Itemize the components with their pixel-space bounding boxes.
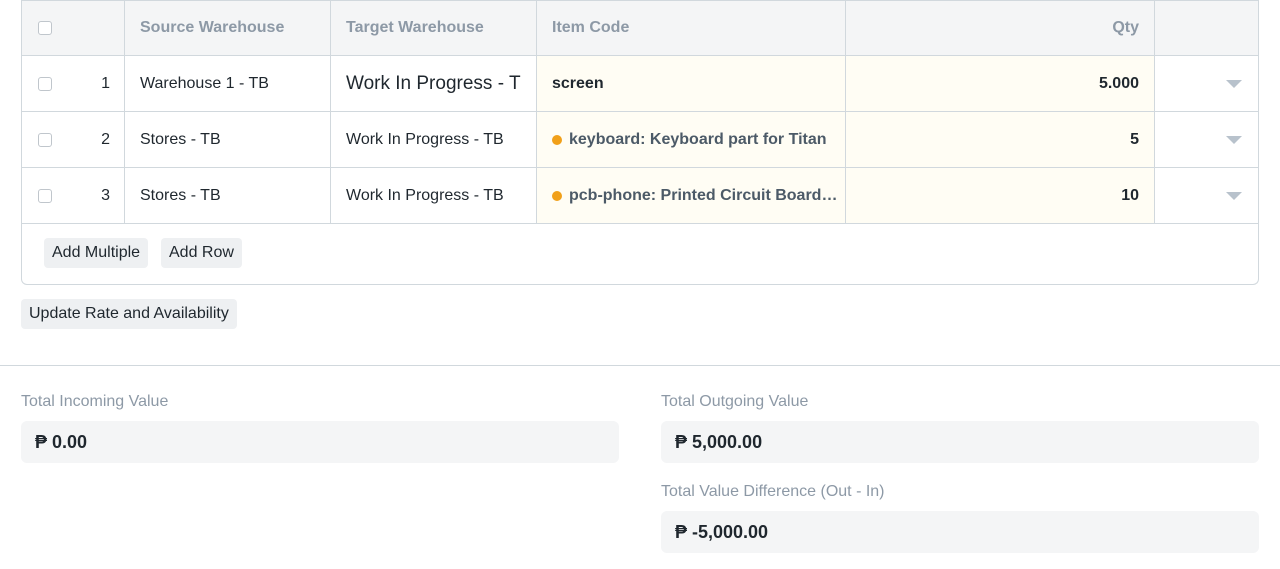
item-code-cell[interactable]: screen <box>537 56 845 111</box>
update-rate-button[interactable]: Update Rate and Availability <box>21 299 237 329</box>
header-label: Item Code <box>552 19 630 36</box>
target-warehouse-input[interactable]: Work In Progress - T <box>331 56 536 111</box>
select-all-checkbox[interactable] <box>38 21 52 35</box>
row-number: 1 <box>101 74 110 92</box>
target-warehouse-cell[interactable]: Work In Progress - TB <box>331 168 536 223</box>
total-difference-field: ₱ -5,000.00 <box>661 511 1259 553</box>
header-item-code: Item Code <box>537 1 845 55</box>
source-warehouse-value: Stores - TB <box>140 130 221 148</box>
total-difference-value: ₱ -5,000.00 <box>675 521 769 542</box>
row-number: 2 <box>101 130 110 148</box>
row-check-cell: 1 <box>22 56 124 111</box>
source-warehouse-value: Stores - TB <box>140 186 221 204</box>
status-indicator-icon <box>552 134 562 145</box>
row-actions-cell <box>1155 168 1258 223</box>
source-warehouse-cell[interactable]: Warehouse 1 - TB <box>125 56 330 111</box>
qty-cell[interactable]: 5 <box>846 112 1154 167</box>
item-code-value: keyboard: Keyboard part for Titan <box>569 130 827 148</box>
row-checkbox[interactable] <box>38 188 52 203</box>
qty-value: 10 <box>1121 186 1139 204</box>
row-checkbox[interactable] <box>38 132 52 147</box>
target-warehouse-value: Work In Progress - TB <box>346 186 504 204</box>
total-difference-label: Total Value Difference (Out - In) <box>661 483 885 500</box>
total-incoming-label: Total Incoming Value <box>21 393 169 410</box>
qty-value: 5 <box>1130 130 1139 148</box>
row-number: 3 <box>101 186 110 204</box>
section-divider <box>0 365 1280 366</box>
source-warehouse-cell[interactable]: Stores - TB <box>125 168 330 223</box>
item-code-cell[interactable]: keyboard: Keyboard part for Titan <box>537 112 845 167</box>
target-warehouse-value: Work In Progress - T <box>346 72 521 94</box>
total-outgoing-value: ₱ 5,000.00 <box>675 431 763 452</box>
row-check-cell: 3 <box>22 168 124 223</box>
item-code-value: screen <box>552 74 604 92</box>
total-outgoing-label: Total Outgoing Value <box>661 393 809 410</box>
chevron-down-icon[interactable] <box>1226 79 1242 88</box>
qty-value: 5.000 <box>1098 74 1139 92</box>
header-check-cell <box>22 1 124 55</box>
header-label: Source Warehouse <box>140 19 285 36</box>
header-source-warehouse: Source Warehouse <box>125 1 330 55</box>
row-check-cell: 2 <box>22 112 124 167</box>
total-outgoing-field: ₱ 5,000.00 <box>661 421 1259 463</box>
add-row-button[interactable]: Add Row <box>161 238 242 268</box>
table-row[interactable]: 3 Stores - TB Work In Progress - TB pcb-… <box>22 168 1258 224</box>
qty-cell[interactable]: 10 <box>846 168 1154 223</box>
qty-cell[interactable]: 5.000 <box>846 56 1154 111</box>
header-qty: Qty <box>846 1 1154 55</box>
items-grid: Source Warehouse Target Warehouse Item C… <box>21 0 1259 285</box>
source-warehouse-cell[interactable]: Stores - TB <box>125 112 330 167</box>
header-target-warehouse: Target Warehouse <box>331 1 536 55</box>
grid-header: Source Warehouse Target Warehouse Item C… <box>22 0 1258 56</box>
row-actions-cell <box>1155 56 1258 111</box>
total-incoming-value: ₱ 0.00 <box>35 431 88 452</box>
status-indicator-icon <box>552 190 562 201</box>
row-checkbox[interactable] <box>38 76 52 91</box>
item-code-cell[interactable]: pcb-phone: Printed Circuit Board… <box>537 168 845 223</box>
target-warehouse-cell[interactable]: Work In Progress - TB <box>331 112 536 167</box>
add-multiple-button[interactable]: Add Multiple <box>44 238 149 268</box>
target-warehouse-value: Work In Progress - TB <box>346 130 504 148</box>
item-code-value: pcb-phone: Printed Circuit Board… <box>569 186 838 204</box>
header-label: Target Warehouse <box>346 19 484 36</box>
header-label: Qty <box>1112 19 1139 36</box>
chevron-down-icon[interactable] <box>1226 135 1242 144</box>
table-row[interactable]: 1 Warehouse 1 - TB Work In Progress - T … <box>22 56 1258 112</box>
chevron-down-icon[interactable] <box>1226 191 1242 200</box>
source-warehouse-value: Warehouse 1 - TB <box>140 74 269 92</box>
total-incoming-field: ₱ 0.00 <box>21 421 619 463</box>
table-row[interactable]: 2 Stores - TB Work In Progress - TB keyb… <box>22 112 1258 168</box>
row-actions-cell <box>1155 112 1258 167</box>
